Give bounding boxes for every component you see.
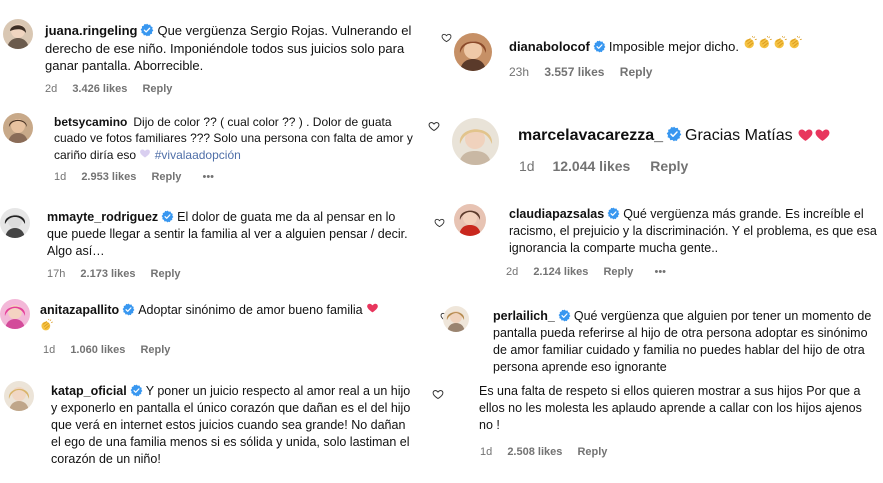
- verified-icon: [666, 126, 683, 142]
- clap-emoji-icon: [788, 36, 802, 49]
- verified-icon: [592, 40, 606, 53]
- reply-button[interactable]: Reply: [603, 266, 633, 278]
- comment-text: Adoptar sinónimo de amor bueno familia: [138, 303, 363, 317]
- reply-button[interactable]: Reply: [620, 65, 653, 79]
- like-count[interactable]: 1.060 likes: [70, 344, 125, 356]
- comment-text: Imposible mejor dicho.: [608, 39, 739, 54]
- username[interactable]: dianabolocof: [509, 39, 590, 54]
- avatar[interactable]: [454, 204, 486, 236]
- avatar[interactable]: [0, 299, 30, 329]
- more-options-button[interactable]: •••: [202, 171, 214, 183]
- reply-button[interactable]: Reply: [142, 83, 172, 95]
- verified-icon: [140, 23, 155, 37]
- verified-icon: [129, 384, 143, 397]
- like-count[interactable]: 12.044 likes: [552, 158, 630, 174]
- like-heart-icon[interactable]: [434, 217, 445, 228]
- heart-emoji-icon: [798, 129, 813, 141]
- username[interactable]: betsycamino: [54, 115, 127, 129]
- avatar[interactable]: [454, 33, 492, 71]
- username[interactable]: claudiapazsalas: [509, 207, 604, 221]
- avatar[interactable]: [3, 19, 33, 49]
- reply-button[interactable]: Reply: [140, 344, 170, 356]
- like-count[interactable]: 3.426 likes: [72, 83, 127, 95]
- like-count[interactable]: 2.173 likes: [80, 268, 135, 280]
- username[interactable]: katap_oficial: [51, 384, 127, 398]
- verified-icon: [607, 207, 621, 220]
- heart-emoji-icon: [140, 149, 151, 158]
- comment-text: Gracias Matías: [685, 127, 793, 144]
- username[interactable]: marcelavacarezza_: [518, 127, 663, 144]
- avatar[interactable]: [3, 113, 33, 143]
- hashtag-link[interactable]: #vivalaadopción: [155, 148, 241, 162]
- username[interactable]: perlailich_: [493, 309, 555, 323]
- reply-button[interactable]: Reply: [151, 171, 181, 183]
- more-options-button[interactable]: •••: [654, 266, 666, 278]
- comment-time: 17h: [47, 268, 66, 280]
- heart-emoji-icon: [815, 129, 830, 141]
- comment-time: 23h: [509, 65, 530, 79]
- verified-icon: [557, 309, 571, 322]
- like-heart-icon[interactable]: [432, 388, 444, 400]
- clap-emoji-icon: [773, 36, 787, 49]
- like-count[interactable]: 2.953 likes: [81, 171, 136, 183]
- clap-emoji-icon: [41, 319, 54, 331]
- clap-emoji-icon: [743, 36, 757, 49]
- reply-button[interactable]: Reply: [151, 268, 181, 280]
- avatar[interactable]: [4, 381, 34, 411]
- comment-time: 1d: [480, 446, 493, 458]
- comment-time: 1d: [43, 344, 56, 356]
- username[interactable]: mmayte_rodriguez: [47, 210, 158, 224]
- clap-emoji-icon: [758, 36, 772, 49]
- comment-time: 2d: [506, 266, 519, 278]
- heart-emoji-icon: [367, 303, 378, 313]
- reply-button[interactable]: Reply: [650, 158, 688, 174]
- like-heart-icon[interactable]: [441, 32, 452, 43]
- avatar[interactable]: [443, 306, 469, 332]
- avatar[interactable]: [452, 118, 499, 165]
- like-count[interactable]: 3.557 likes: [544, 65, 604, 79]
- like-count[interactable]: 2.124 likes: [533, 266, 588, 278]
- comment-time: 1d: [54, 171, 67, 183]
- verified-icon: [161, 210, 175, 223]
- reply-button[interactable]: Reply: [577, 446, 607, 458]
- username[interactable]: juana.ringeling: [45, 23, 137, 38]
- like-heart-icon[interactable]: [428, 120, 440, 132]
- comment-time: 2d: [45, 83, 58, 95]
- avatar[interactable]: [0, 208, 30, 238]
- verified-icon: [122, 303, 136, 316]
- like-count[interactable]: 2.508 likes: [507, 446, 562, 458]
- comment-time: 1d: [519, 158, 535, 174]
- comment-text-continued: Es una falta de respeto si ellos quieren…: [479, 384, 862, 432]
- username[interactable]: anitazapallito: [40, 303, 119, 317]
